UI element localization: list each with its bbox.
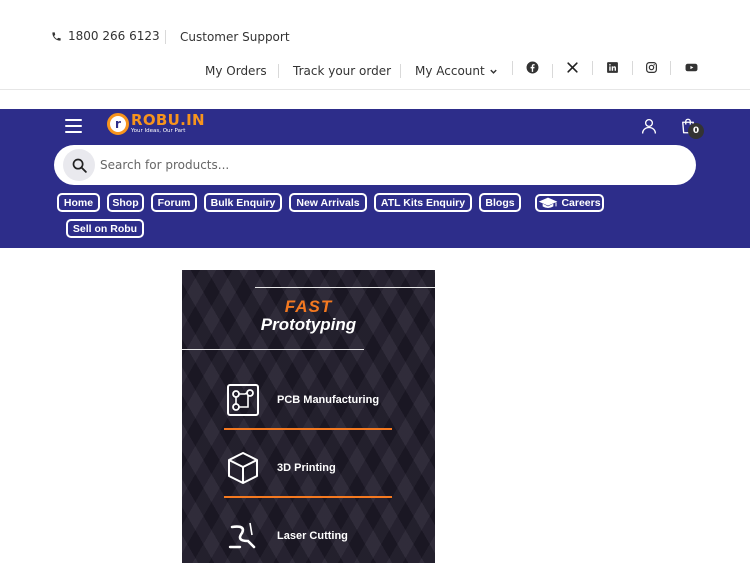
x-twitter-icon[interactable] (564, 59, 580, 75)
divider (552, 64, 553, 78)
my-account-label: My Account (415, 64, 485, 78)
nav-new-arrivals-button[interactable]: New Arrivals (289, 193, 367, 212)
divider (632, 61, 633, 75)
my-account-dropdown[interactable]: My Account (415, 64, 498, 78)
nav-atl-kits-button[interactable]: ATL Kits Enquiry (374, 193, 472, 212)
divider (400, 64, 401, 78)
phone-link[interactable]: 1800 266 6123 (51, 29, 160, 43)
user-icon[interactable] (640, 117, 658, 135)
youtube-icon[interactable] (683, 59, 699, 75)
fast-prototyping-banner[interactable]: FAST Prototyping PCB Manufacturing 3D Pr… (182, 270, 435, 563)
search-input[interactable] (100, 153, 660, 177)
divider (512, 61, 513, 75)
divider (255, 287, 435, 288)
top-bar: 1800 266 6123 Customer Support My Orders… (0, 0, 750, 90)
search-button[interactable] (63, 149, 95, 181)
nav-blogs-button[interactable]: Blogs (479, 193, 521, 212)
divider (592, 61, 593, 75)
logo-name: ROBU.IN (131, 111, 205, 130)
nav-shop-button[interactable]: Shop (107, 193, 144, 212)
laser-icon (228, 522, 256, 549)
facebook-icon[interactable] (524, 59, 540, 75)
banner-subheadline: Prototyping (260, 315, 357, 334)
divider (278, 64, 279, 78)
cube-icon (228, 452, 258, 484)
menu-icon[interactable] (65, 119, 82, 133)
linkedin-icon[interactable] (604, 59, 620, 75)
chevron-down-icon (490, 69, 497, 74)
phone-icon (52, 31, 61, 41)
divider (182, 349, 364, 350)
instagram-icon[interactable] (643, 59, 659, 75)
nav-home-button[interactable]: Home (57, 193, 100, 212)
search-icon (72, 158, 87, 173)
divider (670, 61, 671, 75)
track-order-link[interactable]: Track your order (293, 64, 391, 78)
customer-support-link[interactable]: Customer Support (180, 30, 290, 44)
divider (165, 30, 166, 44)
nav-careers-button[interactable]: Careers (535, 194, 604, 212)
banner-headline: FAST (284, 297, 333, 316)
service-3d-printing-label: 3D Printing (277, 462, 336, 474)
nav-sell-on-robu-button[interactable]: Sell on Robu (66, 219, 144, 238)
my-orders-link[interactable]: My Orders (205, 64, 267, 78)
main-header: r ROBU.IN Your Ideas, Our Part 0 Home Sh… (0, 109, 750, 248)
graduation-cap-icon (539, 197, 558, 208)
logo-tagline: Your Ideas, Our Part (131, 128, 186, 135)
divider (224, 428, 392, 430)
site-logo[interactable]: r ROBU.IN Your Ideas, Our Part (107, 113, 205, 135)
nav-forum-button[interactable]: Forum (151, 193, 197, 212)
service-laser-cutting-label: Laser Cutting (277, 530, 348, 542)
careers-label: Careers (561, 197, 601, 209)
service-pcb-label: PCB Manufacturing (277, 394, 380, 406)
nav-bulk-enquiry-button[interactable]: Bulk Enquiry (204, 193, 282, 212)
cart-count-badge: 0 (688, 123, 704, 139)
divider (224, 496, 392, 498)
search-bar (54, 145, 696, 185)
logo-mark: r (107, 113, 129, 135)
phone-number: 1800 266 6123 (68, 29, 160, 43)
pcb-icon (227, 384, 259, 416)
